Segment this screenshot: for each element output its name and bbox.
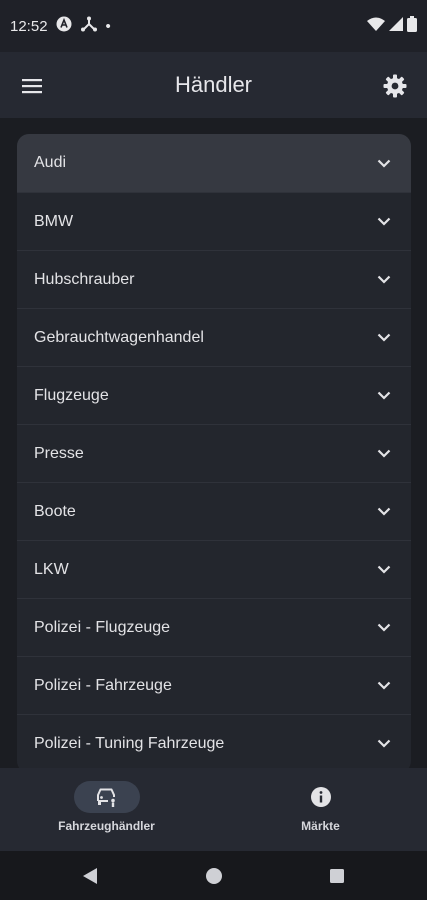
battery-icon	[407, 15, 417, 37]
chevron-down-icon	[377, 391, 391, 400]
car-dealer-icon	[96, 788, 115, 807]
app-bar: Händler	[0, 52, 427, 118]
dealer-item-polizei-flugzeuge[interactable]: Polizei - Flugzeuge	[17, 599, 411, 657]
settings-button[interactable]	[381, 72, 409, 100]
dealer-item-label: Polizei - Flugzeuge	[34, 618, 171, 636]
dealer-item-label: Polizei - Fahrzeuge	[34, 676, 172, 694]
chevron-down-icon	[377, 217, 391, 226]
chevron-down-icon	[377, 159, 391, 168]
autofill-icon	[56, 16, 72, 36]
dealer-item-label: Hubschrauber	[34, 270, 135, 288]
dealer-list-container: Audi BMW Hubschrauber Gebrauchtwagenhand…	[0, 118, 427, 768]
dealer-item-bmw[interactable]: BMW	[17, 193, 411, 251]
dealer-item-label: LKW	[34, 560, 69, 578]
dealer-item-label: Presse	[34, 444, 84, 462]
dealer-item-polizei-fahrzeuge[interactable]: Polizei - Fahrzeuge	[17, 657, 411, 715]
chevron-down-icon	[377, 333, 391, 342]
back-icon[interactable]	[83, 868, 97, 884]
dealer-item-label: Polizei - Tuning Fahrzeuge	[34, 734, 225, 752]
hamburger-icon	[22, 79, 42, 94]
status-left: 12:52 •	[10, 16, 111, 36]
chevron-down-icon	[377, 449, 391, 458]
status-right	[367, 15, 417, 37]
notification-dot: •	[105, 17, 111, 35]
signal-icon	[389, 16, 403, 36]
status-bar: 12:52 •	[0, 0, 427, 52]
dealer-item-polizei-tuning-fahrzeuge[interactable]: Polizei - Tuning Fahrzeuge	[17, 715, 411, 768]
status-time: 12:52	[10, 17, 48, 35]
bottom-navigation: Fahrzeughändler Märkte	[0, 768, 427, 851]
dealer-item-presse[interactable]: Presse	[17, 425, 411, 483]
network-share-icon	[80, 16, 98, 36]
dealer-item-label: Flugzeuge	[34, 386, 109, 404]
recents-icon[interactable]	[330, 869, 344, 883]
dealer-item-boote[interactable]: Boote	[17, 483, 411, 541]
nav-item-maerkte[interactable]: Märkte	[214, 768, 427, 851]
dealer-item-lkw[interactable]: LKW	[17, 541, 411, 599]
chevron-down-icon	[377, 739, 391, 748]
chevron-down-icon	[377, 681, 391, 690]
nav-item-label: Märkte	[301, 819, 340, 833]
nav-active-indicator	[73, 781, 140, 813]
home-icon[interactable]	[206, 868, 222, 884]
wifi-icon	[367, 17, 385, 36]
menu-button[interactable]	[18, 72, 46, 100]
chevron-down-icon	[377, 623, 391, 632]
nav-item-label: Fahrzeughändler	[58, 819, 155, 833]
chevron-down-icon	[377, 275, 391, 284]
dealer-item-label: BMW	[34, 212, 74, 230]
dealer-item-label: Boote	[34, 502, 76, 520]
dealer-item-flugzeuge[interactable]: Flugzeuge	[17, 367, 411, 425]
dealer-item-label: Gebrauchtwagenhandel	[34, 328, 204, 346]
dealer-item-audi[interactable]: Audi	[17, 134, 411, 193]
chevron-down-icon	[377, 507, 391, 516]
system-navigation-bar	[0, 851, 427, 900]
info-icon	[310, 787, 331, 807]
dealer-list: Audi BMW Hubschrauber Gebrauchtwagenhand…	[17, 134, 411, 768]
dealer-item-gebrauchtwagenhandel[interactable]: Gebrauchtwagenhandel	[17, 309, 411, 367]
dealer-item-hubschrauber[interactable]: Hubschrauber	[17, 251, 411, 309]
dealer-item-label: Audi	[34, 154, 67, 171]
gear-icon	[383, 74, 407, 98]
chevron-down-icon	[377, 565, 391, 574]
nav-item-fahrzeughaendler[interactable]: Fahrzeughändler	[0, 768, 213, 851]
page-title: Händler	[174, 72, 253, 97]
nav-icon-container	[288, 781, 354, 813]
